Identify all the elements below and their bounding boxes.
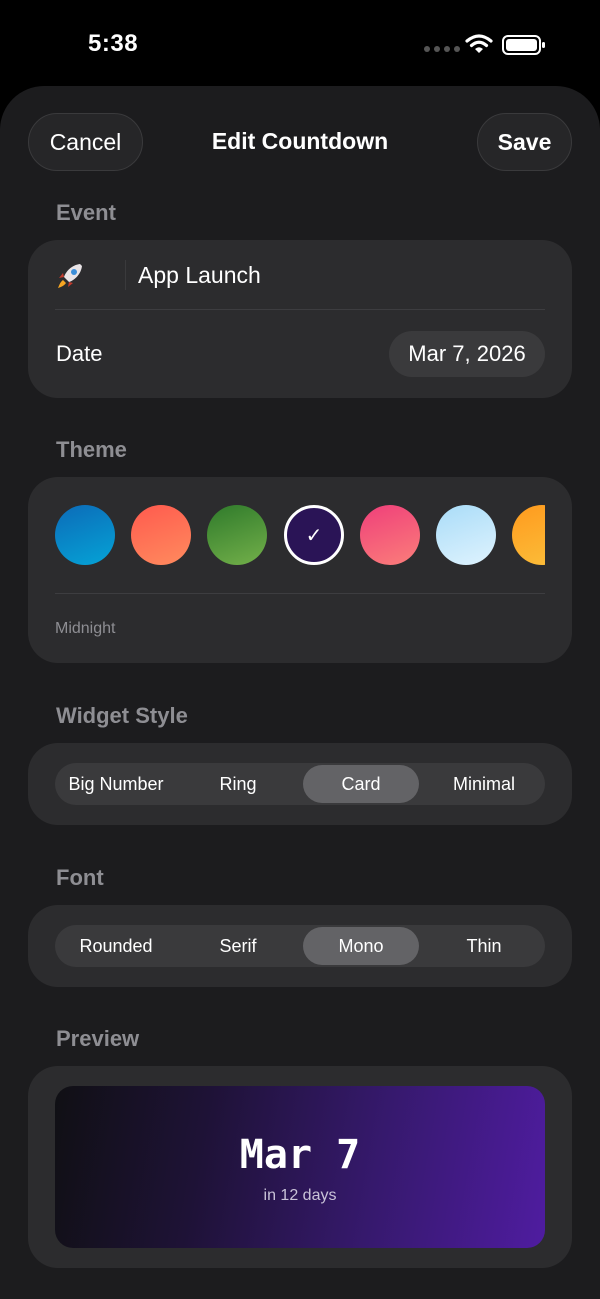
segment-serif[interactable]: Serif xyxy=(177,925,299,967)
rocket-icon[interactable] xyxy=(54,260,86,292)
theme-swatch-coral[interactable] xyxy=(131,505,191,565)
preview-days-remaining: in 12 days xyxy=(263,1187,337,1204)
theme-card: ✓ Midnight xyxy=(28,477,572,663)
theme-swatch-blue[interactable] xyxy=(55,505,115,565)
theme-swatches: ✓ xyxy=(28,504,545,566)
font-section-label: Font xyxy=(56,865,104,890)
date-label: Date xyxy=(56,341,103,366)
segment-card[interactable]: Card xyxy=(303,765,419,803)
segment-thin[interactable]: Thin xyxy=(423,925,545,967)
preview-date: Mar 7 xyxy=(239,1132,361,1178)
status-bar: 5:38 xyxy=(0,0,600,88)
widget-style-section-label: Widget Style xyxy=(56,703,188,728)
theme-swatch-orange[interactable] xyxy=(512,505,545,565)
selected-theme-name: Midnight xyxy=(55,620,116,637)
preview-card: Mar 7 in 12 days xyxy=(28,1066,572,1268)
cellular-signal-icon xyxy=(424,46,460,52)
segment-minimal[interactable]: Minimal xyxy=(423,763,545,805)
save-button[interactable]: Save xyxy=(477,113,572,171)
divider xyxy=(55,593,545,594)
emoji-divider xyxy=(125,260,126,290)
widget-preview: Mar 7 in 12 days xyxy=(55,1086,545,1248)
segment-ring[interactable]: Ring xyxy=(177,763,299,805)
font-segmented-control: Rounded Serif Mono Thin xyxy=(55,925,545,967)
date-picker-button[interactable]: Mar 7, 2026 xyxy=(389,331,545,377)
event-name-field[interactable]: App Launch xyxy=(138,262,261,289)
checkmark-icon: ✓ xyxy=(305,524,323,547)
battery-icon xyxy=(502,35,545,55)
edit-countdown-sheet: Cancel Edit Countdown Save Event App Lau… xyxy=(0,86,600,1299)
font-card: Rounded Serif Mono Thin xyxy=(28,905,572,987)
page-title: Edit Countdown xyxy=(211,128,389,154)
theme-swatch-green[interactable] xyxy=(207,505,267,565)
theme-swatch-pink[interactable] xyxy=(360,505,420,565)
preview-section-label: Preview xyxy=(56,1026,140,1051)
widget-style-segmented-control: Big Number Ring Card Minimal xyxy=(55,763,545,805)
theme-section-label: Theme xyxy=(56,437,127,462)
widget-style-card: Big Number Ring Card Minimal xyxy=(28,743,572,825)
segment-mono[interactable]: Mono xyxy=(303,927,419,965)
divider xyxy=(55,309,545,310)
status-time: 5:38 xyxy=(88,30,139,57)
cancel-button[interactable]: Cancel xyxy=(28,113,143,171)
segment-rounded[interactable]: Rounded xyxy=(55,925,177,967)
theme-swatch-sky[interactable] xyxy=(436,505,496,565)
event-section-label: Event xyxy=(56,200,116,225)
wifi-icon xyxy=(465,34,493,53)
theme-swatch-midnight[interactable]: ✓ xyxy=(284,505,344,565)
event-card: App Launch Date Mar 7, 2026 xyxy=(28,240,572,398)
segment-big-number[interactable]: Big Number xyxy=(55,763,177,805)
